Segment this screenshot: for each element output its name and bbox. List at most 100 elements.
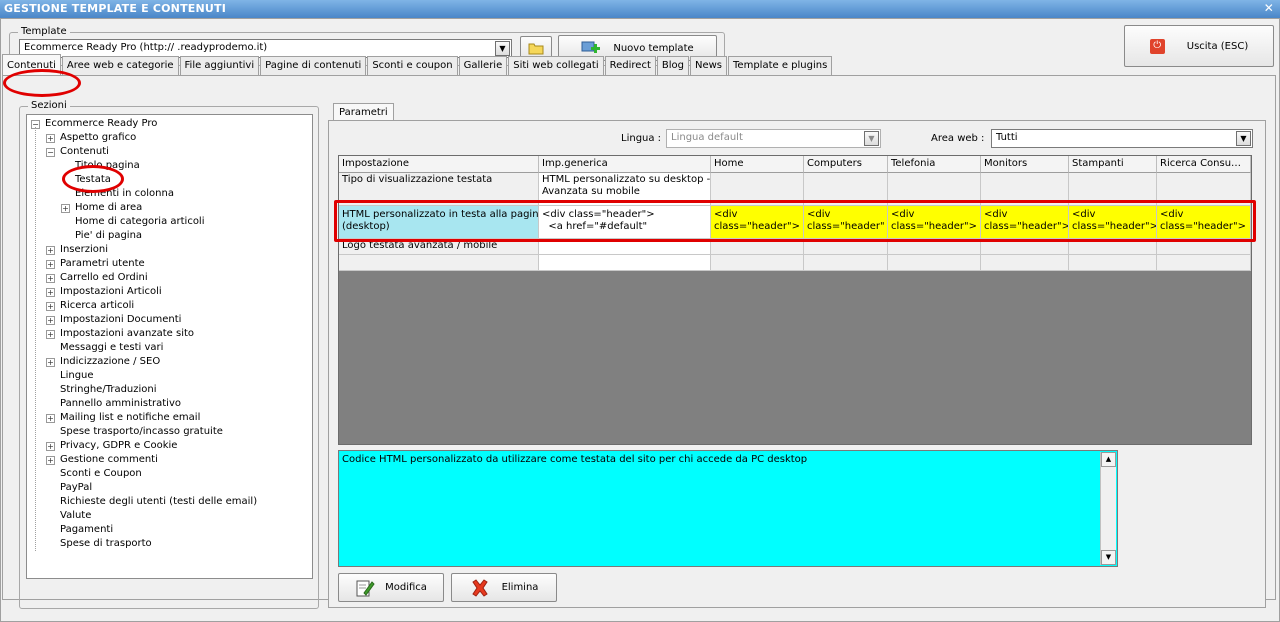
elimina-label: Elimina (501, 582, 539, 593)
tree-item[interactable]: Home di area (75, 202, 142, 213)
expand-icon[interactable]: + (46, 134, 55, 143)
tab-parametri[interactable]: Parametri (333, 103, 394, 121)
sections-group-label: Sezioni (28, 100, 70, 111)
annotation-box-html-row (334, 200, 1256, 242)
tree-item[interactable]: Lingue (60, 370, 94, 381)
expand-icon[interactable]: + (46, 302, 55, 311)
expand-icon[interactable]: + (46, 358, 55, 367)
new-template-icon (581, 41, 601, 53)
tree-item[interactable]: Pie' di pagina (75, 230, 142, 241)
tab-gallerie[interactable]: Gallerie (458, 56, 508, 75)
expand-icon[interactable]: + (61, 204, 70, 213)
tree-item[interactable]: Parametri utente (60, 258, 145, 269)
expand-icon[interactable]: + (46, 442, 55, 451)
modifica-button[interactable]: Modifica (338, 573, 444, 602)
collapse-icon[interactable]: − (46, 148, 55, 157)
tree-item[interactable]: Impostazioni Documenti (60, 314, 181, 325)
grid-cell[interactable] (1157, 255, 1251, 271)
tab-blog[interactable]: Blog (656, 56, 689, 75)
grid-header[interactable]: Imp.generica (539, 156, 711, 173)
grid-cell[interactable] (339, 255, 539, 271)
scroll-up-icon[interactable]: ▲ (1101, 452, 1116, 467)
power-icon: ⏻ (1149, 38, 1165, 54)
grid-header[interactable]: Telefonia (888, 156, 981, 173)
tree-item[interactable]: Sconti e Coupon (60, 468, 142, 479)
tree-item[interactable]: Ecommerce Ready Pro (45, 118, 157, 129)
annotation-ring-contenuti (3, 69, 81, 97)
tree-item[interactable]: Valute (60, 510, 91, 521)
expand-icon[interactable]: + (46, 260, 55, 269)
tree-item[interactable]: Pannello amministrativo (60, 398, 181, 409)
area-web-select-value: Tutti (996, 132, 1018, 143)
expand-icon[interactable]: + (46, 316, 55, 325)
expand-icon[interactable]: + (46, 274, 55, 283)
grid-cell[interactable] (888, 255, 981, 271)
window-titlebar: GESTIONE TEMPLATE E CONTENUTI ✕ (0, 0, 1280, 18)
grid-header[interactable]: Impostazione (339, 156, 539, 173)
scroll-down-icon[interactable]: ▼ (1101, 550, 1116, 565)
tree-item[interactable]: Richieste degli utenti (testi delle emai… (60, 496, 257, 507)
tab-siti-web-collegati[interactable]: Siti web collegati (508, 56, 604, 75)
grid-header[interactable]: Ricerca Consu… (1157, 156, 1251, 173)
delete-icon (471, 578, 488, 597)
expand-icon[interactable]: + (46, 288, 55, 297)
tab-redirect[interactable]: Redirect (604, 56, 656, 75)
tab-template-e-plugins[interactable]: Template e plugins (728, 56, 833, 75)
tree-item[interactable]: Carrello ed Ordini (60, 272, 148, 283)
template-group-label: Template (18, 26, 70, 37)
grid-header[interactable]: Monitors (981, 156, 1069, 173)
template-select-value: Ecommerce Ready Pro (http:// .readyprode… (24, 42, 268, 53)
tree-item[interactable]: Impostazioni avanzate sito (60, 328, 194, 339)
close-icon[interactable]: ✕ (1264, 1, 1274, 15)
tree-item[interactable]: Home di categoria articoli (75, 216, 205, 227)
expand-icon[interactable]: + (46, 330, 55, 339)
area-web-label: Area web : (931, 133, 985, 144)
tab-sconti-e-coupon[interactable]: Sconti e coupon (367, 56, 458, 75)
tree-item[interactable]: Privacy, GDPR e Cookie (60, 440, 177, 451)
tree-item[interactable]: Spese trasporto/incasso gratuite (60, 426, 223, 437)
folder-icon (528, 43, 544, 54)
grid-cell[interactable] (804, 255, 888, 271)
grid-cell[interactable] (539, 255, 711, 271)
memo-text: Codice HTML personalizzato da utilizzare… (342, 454, 808, 465)
tree-item[interactable]: Messaggi e testi vari (60, 342, 163, 353)
memo-scrollbar[interactable]: ▲ ▼ (1100, 452, 1116, 565)
chevron-down-icon[interactable]: ▼ (495, 41, 510, 56)
tree-item[interactable]: Stringhe/Traduzioni (60, 384, 157, 395)
tree-item[interactable]: Contenuti (60, 146, 109, 157)
tree-item[interactable]: Mailing list e notifiche email (60, 412, 200, 423)
tree-item[interactable]: PayPal (60, 482, 92, 493)
tree-item[interactable]: Inserzioni (60, 244, 108, 255)
tab-aree-web-e-categorie[interactable]: Aree web e categorie (61, 56, 179, 75)
expand-icon[interactable]: + (46, 246, 55, 255)
expand-icon[interactable]: + (46, 414, 55, 423)
lingua-select[interactable]: Lingua default ▼ (666, 129, 881, 148)
tree-item[interactable]: Indicizzazione / SEO (60, 356, 160, 367)
lingua-label: Lingua : (621, 133, 662, 144)
chevron-down-icon[interactable]: ▼ (864, 131, 879, 146)
html-code-memo[interactable]: Codice HTML personalizzato da utilizzare… (338, 450, 1118, 567)
annotation-ring-testata (62, 165, 124, 193)
elimina-button[interactable]: Elimina (451, 573, 557, 602)
tab-news[interactable]: News (689, 56, 728, 75)
grid-header[interactable]: Home (711, 156, 804, 173)
modifica-label: Modifica (385, 582, 427, 593)
grid-header[interactable]: Computers (804, 156, 888, 173)
grid-cell[interactable] (1069, 255, 1157, 271)
edit-icon (356, 580, 375, 596)
tree-item[interactable]: Pagamenti (60, 524, 113, 535)
tree-item[interactable]: Impostazioni Articoli (60, 286, 162, 297)
grid-cell[interactable] (981, 255, 1069, 271)
area-web-select[interactable]: Tutti ▼ (991, 129, 1253, 148)
grid-header[interactable]: Stampanti (1069, 156, 1157, 173)
tree-item[interactable]: Aspetto grafico (60, 132, 136, 143)
tree-item[interactable]: Ricerca articoli (60, 300, 134, 311)
grid-cell[interactable] (711, 255, 804, 271)
tree-item[interactable]: Gestione commenti (60, 454, 158, 465)
tab-pagine-di-contenuti[interactable]: Pagine di contenuti (260, 56, 367, 75)
tree-item[interactable]: Spese di trasporto (60, 538, 152, 549)
tab-file-aggiuntivi[interactable]: File aggiuntivi (179, 56, 260, 75)
chevron-down-icon[interactable]: ▼ (1236, 131, 1251, 146)
exit-button[interactable]: ⏻ Uscita (ESC) (1124, 25, 1274, 67)
expand-icon[interactable]: + (46, 456, 55, 465)
